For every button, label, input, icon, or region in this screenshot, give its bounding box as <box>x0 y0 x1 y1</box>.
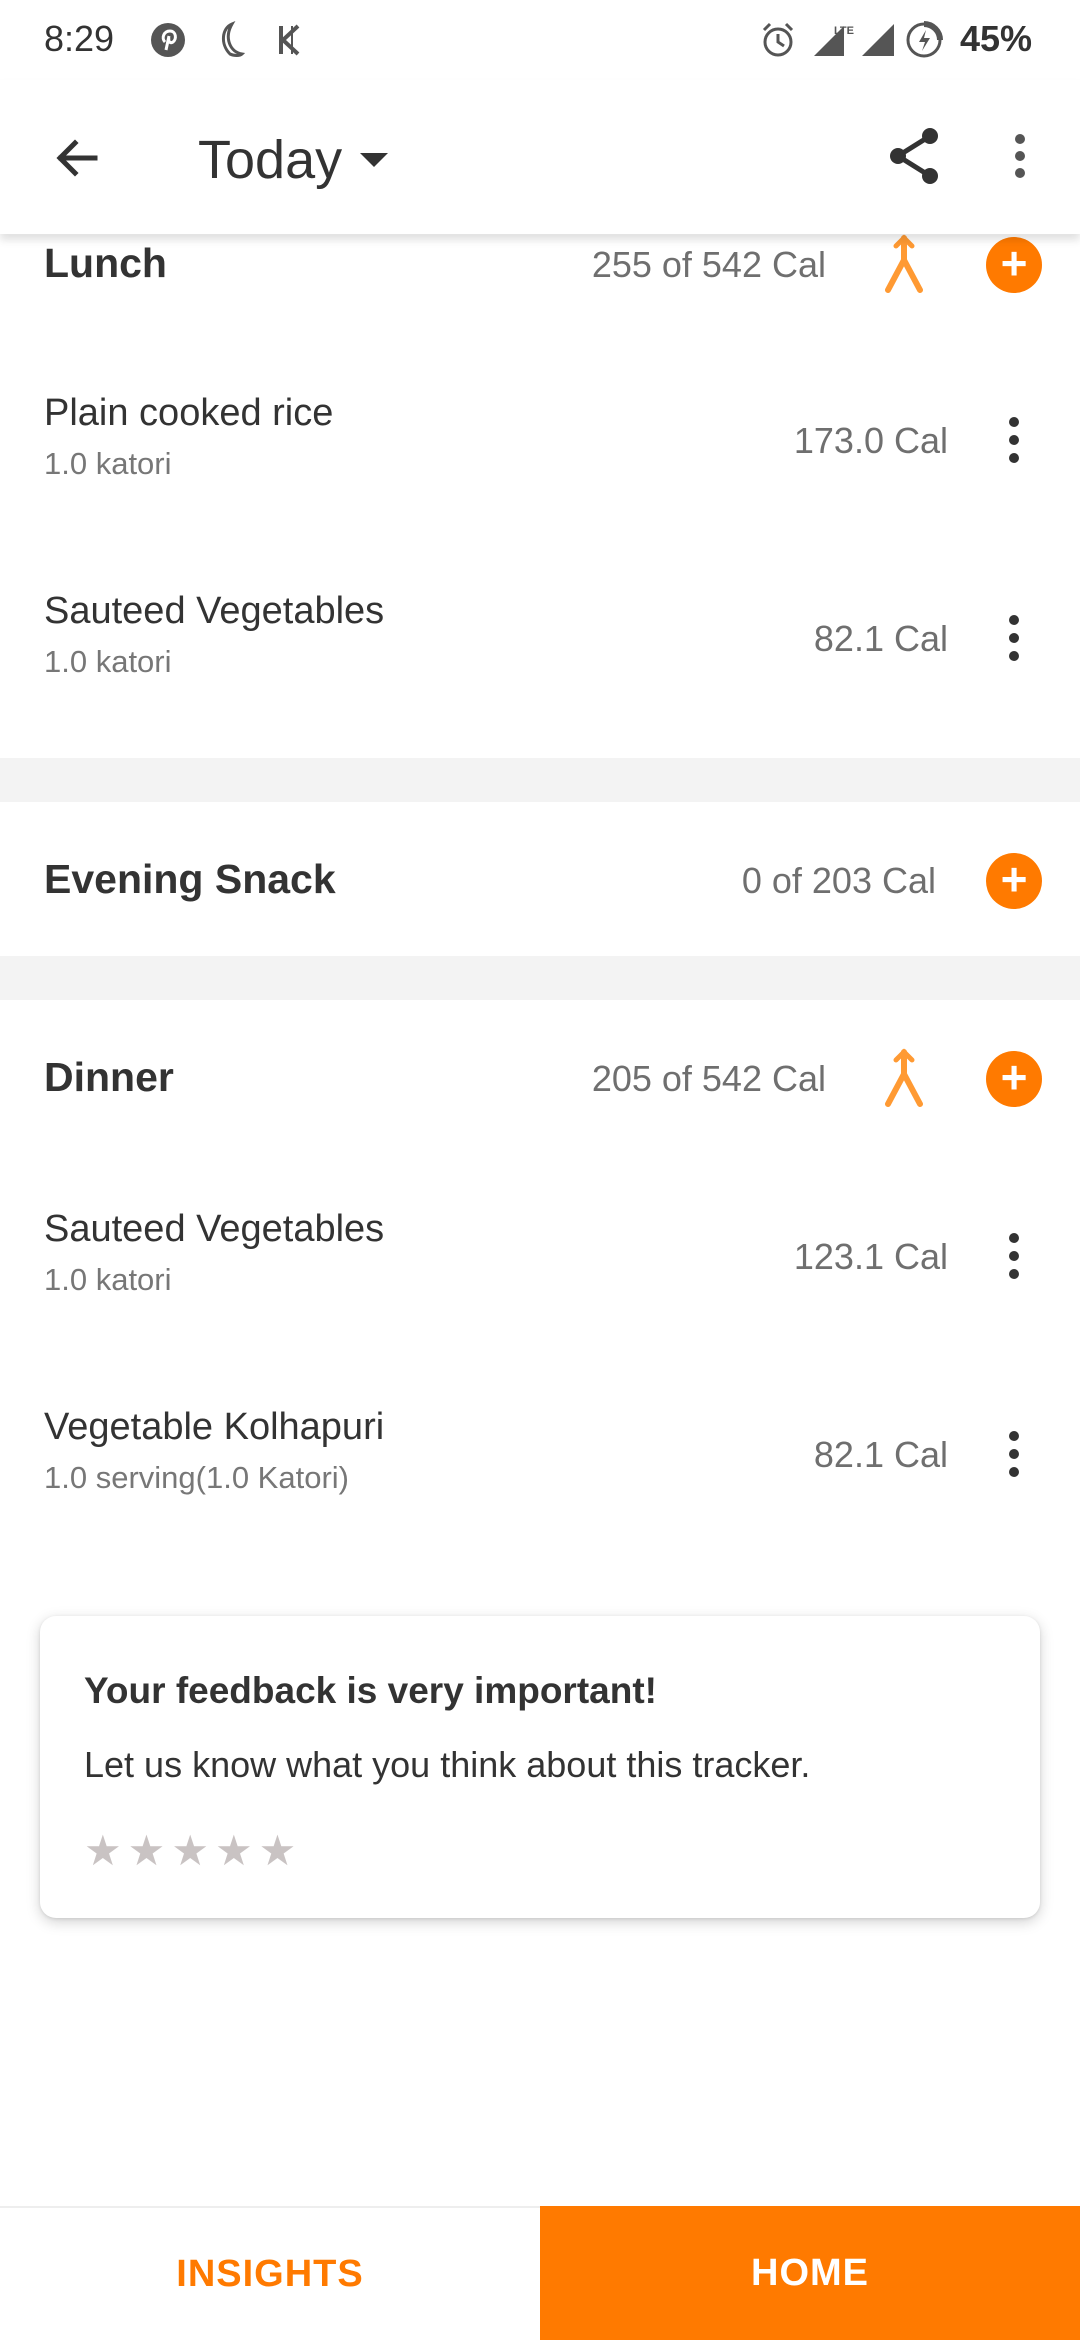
food-quantity: 1.0 serving(1.0 Katori) <box>44 1460 349 1495</box>
section-divider <box>0 956 1080 1000</box>
food-quantity: 1.0 katori <box>44 644 172 679</box>
plus-icon: + <box>1000 853 1028 905</box>
plus-icon: + <box>1000 237 1028 289</box>
food-item[interactable]: Sauteed Vegetables 1.0 katori 123.1 Cal <box>0 1176 1080 1336</box>
meal-suggestion-icon[interactable] <box>880 234 928 298</box>
meal-title: Lunch <box>44 240 167 286</box>
signal-icon <box>862 24 894 56</box>
plus-icon: + <box>1000 1051 1028 1103</box>
date-selector[interactable]: Today <box>198 124 389 196</box>
evening-snack-header: Evening Snack 0 of 203 Cal + <box>0 826 1080 936</box>
add-dinner-button[interactable]: + <box>986 1051 1042 1107</box>
food-item[interactable]: Vegetable Kolhapuri 1.0 serving(1.0 Kato… <box>0 1374 1080 1534</box>
meal-title: Dinner <box>44 1054 174 1100</box>
food-calories: 82.1 Cal <box>813 1434 948 1475</box>
moon-icon <box>222 21 246 57</box>
share-button[interactable] <box>878 120 950 192</box>
food-calories: 173.0 Cal <box>793 420 948 461</box>
battery-percentage: 45% <box>959 18 1032 59</box>
food-name: Sauteed Vegetables <box>44 590 385 632</box>
back-arrow-icon <box>56 139 98 177</box>
page-title: Today <box>198 130 343 190</box>
dinner-header: Dinner 205 of 542 Cal + <box>0 1024 1080 1134</box>
food-name: Sauteed Vegetables <box>44 1208 385 1250</box>
star-icon[interactable]: ★ <box>171 1830 209 1872</box>
meal-title: Evening Snack <box>44 856 336 902</box>
rating-stars[interactable]: ★ ★ ★ ★ ★ <box>84 1830 296 1872</box>
food-item[interactable]: Plain cooked rice 1.0 katori 173.0 Cal <box>0 360 1080 520</box>
food-item-menu-button[interactable] <box>996 602 1032 674</box>
star-icon[interactable]: ★ <box>84 1830 122 1872</box>
meal-suggestion-icon[interactable] <box>880 1048 928 1112</box>
star-icon[interactable]: ★ <box>259 1830 297 1872</box>
share-icon <box>890 128 938 184</box>
food-item-menu-button[interactable] <box>996 1220 1032 1292</box>
feedback-card: Your feedback is very important! Let us … <box>40 1616 1040 1918</box>
meal-calories: 255 of 542 Cal <box>591 244 826 285</box>
meal-calories: 205 of 542 Cal <box>591 1058 826 1099</box>
k-icon <box>279 24 300 56</box>
add-lunch-button[interactable]: + <box>986 237 1042 293</box>
home-button[interactable]: HOME <box>540 2206 1080 2340</box>
food-item-menu-button[interactable] <box>996 404 1032 476</box>
food-quantity: 1.0 katori <box>44 446 172 481</box>
feedback-text: Let us know what you think about this tr… <box>84 1744 811 1785</box>
svg-text:LTE: LTE <box>834 25 854 37</box>
food-calories: 82.1 Cal <box>813 618 948 659</box>
food-quantity: 1.0 katori <box>44 1262 172 1297</box>
food-name: Vegetable Kolhapuri <box>44 1406 385 1448</box>
meal-calories: 0 of 203 Cal <box>741 860 936 901</box>
more-vert-icon <box>1015 134 1025 178</box>
battery-charging-icon <box>906 21 943 58</box>
bottom-navigation: INSIGHTS HOME <box>0 2206 1080 2340</box>
food-item[interactable]: Sauteed Vegetables 1.0 katori 82.1 Cal <box>0 558 1080 718</box>
feedback-title: Your feedback is very important! <box>84 1670 657 1711</box>
star-icon[interactable]: ★ <box>128 1830 166 1872</box>
section-divider <box>0 758 1080 802</box>
alarm-icon <box>762 22 794 57</box>
dropdown-caret-icon <box>360 153 389 167</box>
pinterest-icon <box>151 23 185 57</box>
star-icon[interactable]: ★ <box>215 1830 253 1872</box>
lte-signal-icon: LTE <box>814 25 854 56</box>
status-time: 8:29 <box>44 18 115 59</box>
status-bar: 8:29 LTE 45% <box>0 0 1080 80</box>
food-item-menu-button[interactable] <box>996 1418 1032 1490</box>
insights-button[interactable]: INSIGHTS <box>0 2206 540 2340</box>
app-bar: Today <box>0 80 1080 234</box>
back-button[interactable] <box>40 122 112 194</box>
add-evening-snack-button[interactable]: + <box>986 853 1042 909</box>
food-name: Plain cooked rice <box>44 392 334 434</box>
more-options-button[interactable] <box>990 120 1050 192</box>
food-calories: 123.1 Cal <box>793 1236 948 1277</box>
